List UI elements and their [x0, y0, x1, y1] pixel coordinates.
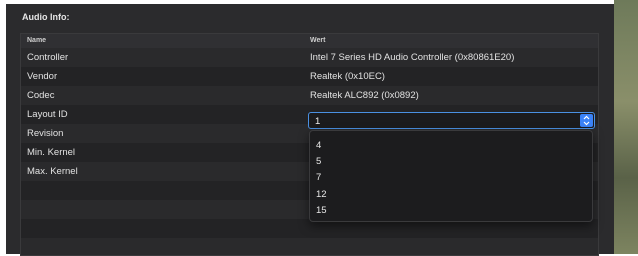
layout-id-option[interactable]: 7 — [316, 172, 321, 183]
layout-id-option[interactable]: 12 — [316, 189, 327, 200]
column-header-name[interactable]: Name — [27, 37, 46, 44]
table-header: Name Wert — [21, 34, 598, 48]
row-name: Min. Kernel — [27, 147, 76, 158]
layout-id-option[interactable]: 5 — [316, 156, 321, 167]
row-value: Realtek (0x10EC) — [310, 71, 385, 82]
row-name: Controller — [27, 52, 69, 63]
row-value: Realtek ALC892 (0x0892) — [310, 90, 419, 101]
table-row[interactable]: Codec Realtek ALC892 (0x0892) — [21, 86, 598, 105]
row-name: Revision — [27, 128, 64, 139]
layout-id-select[interactable]: 1 — [308, 112, 595, 129]
column-header-value[interactable]: Wert — [310, 37, 325, 44]
layout-id-option[interactable]: 4 — [316, 140, 321, 151]
row-name: Codec — [27, 90, 55, 101]
row-name: Max. Kernel — [27, 166, 78, 177]
layout-id-selected-value: 1 — [315, 116, 321, 127]
row-name: Vendor — [27, 71, 58, 82]
table-row-empty — [21, 238, 598, 255]
table-row[interactable]: Controller Intel 7 Series HD Audio Contr… — [21, 48, 598, 67]
desktop-background — [614, 0, 638, 254]
row-value: Intel 7 Series HD Audio Controller (0x80… — [310, 52, 515, 63]
table-row[interactable]: Vendor Realtek (0x10EC) — [21, 67, 598, 86]
layout-id-dropdown-menu: 4 5 7 12 15 — [309, 130, 593, 222]
section-title: Audio Info: — [22, 12, 70, 22]
layout-id-option[interactable]: 15 — [316, 205, 327, 216]
chevron-updown-icon[interactable] — [580, 114, 593, 127]
row-name: Layout ID — [27, 109, 68, 120]
